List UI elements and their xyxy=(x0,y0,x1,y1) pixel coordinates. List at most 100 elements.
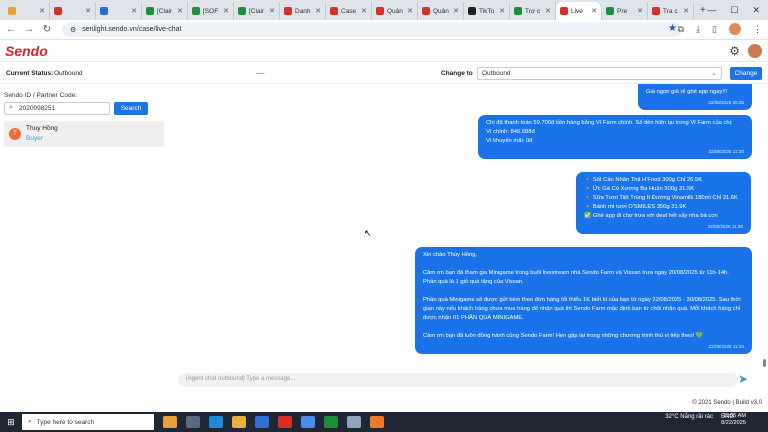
profile-avatar[interactable] xyxy=(729,23,741,35)
weather-text[interactable]: 32°C Nắng rải rác xyxy=(665,414,713,420)
message-timestamp: 22/08/2025 06:35 xyxy=(708,99,744,105)
status-select[interactable]: Outbound ⌄ xyxy=(477,67,722,80)
address-bar: ← → ↻ ⚙ senlight.sendo.vn/case/live-chat xyxy=(0,20,768,40)
reload-icon[interactable]: ↻ xyxy=(40,24,54,35)
tab-favicon-icon xyxy=(192,7,200,15)
message-line xyxy=(423,287,744,296)
browser-tab[interactable]: [SOF ✕ xyxy=(188,2,234,20)
clock-time: 11:55 AM xyxy=(722,413,746,419)
tab-favicon-icon xyxy=(652,7,660,15)
tab-close-icon[interactable]: ✕ xyxy=(177,7,183,15)
chrome-profile-icon[interactable] xyxy=(324,416,338,428)
browser-tab[interactable]: [Clair ✕ xyxy=(234,2,280,20)
message-timestamp: 22/08/2025 11:34 xyxy=(708,343,744,349)
browser-tab[interactable]: Case ✕ xyxy=(326,2,372,20)
tab-label: Danh xyxy=(295,7,311,15)
tab-favicon-icon xyxy=(468,7,476,15)
status-select-value: Outbound xyxy=(482,70,511,77)
browser-tab[interactable]: Live ✕ xyxy=(556,2,602,20)
contact-item[interactable]: T Thuy Hồng Buyer xyxy=(4,121,164,147)
tab-close-icon[interactable]: ✕ xyxy=(683,7,689,15)
tab-label: Tra c xyxy=(663,7,678,15)
browser-tab[interactable]: ✕ xyxy=(4,2,50,20)
settings-gear-icon[interactable]: ⚙ xyxy=(729,44,740,58)
message-input[interactable]: [Agent chat outbound] Type a message... xyxy=(178,373,738,387)
sendo-logo[interactable]: Sendo xyxy=(5,43,48,59)
browser-tab[interactable]: ✕ xyxy=(96,2,142,20)
chrome-icon[interactable] xyxy=(301,416,315,428)
tab-close-icon[interactable]: ✕ xyxy=(269,7,275,15)
tab-close-icon[interactable]: ✕ xyxy=(545,7,551,15)
send-icon[interactable]: ➤ xyxy=(738,372,748,386)
tab-label: Quản xyxy=(433,7,449,15)
edge-icon[interactable] xyxy=(209,416,223,428)
task-view-icon[interactable] xyxy=(186,416,200,428)
tab-label: Trợ c xyxy=(525,7,541,15)
download-icon[interactable]: ⤓ xyxy=(696,24,700,35)
app-icon[interactable] xyxy=(278,416,292,428)
browser-tab[interactable]: ✕ xyxy=(50,2,96,20)
search-input[interactable]: ⌕ 2020098251 xyxy=(4,102,110,115)
maximize-icon[interactable]: ☐ xyxy=(730,5,738,16)
minimize-icon[interactable]: — xyxy=(707,5,716,15)
url-field[interactable]: ⚙ senlight.sendo.vn/case/live-chat xyxy=(62,22,682,37)
tab-close-icon[interactable]: ✕ xyxy=(315,7,321,15)
change-button[interactable]: Change xyxy=(730,67,762,80)
user-avatar[interactable] xyxy=(748,44,762,58)
bookmark-star-icon[interactable]: ★ xyxy=(668,23,677,34)
browser-tab[interactable]: Quản ✕ xyxy=(418,2,464,20)
clock[interactable]: 11:55 AM 8/22/2025 xyxy=(721,413,746,427)
contact-avatar: T xyxy=(9,128,21,140)
tab-close-icon[interactable]: ✕ xyxy=(637,7,643,15)
tab-close-icon[interactable]: ✕ xyxy=(453,7,459,15)
new-tab-icon[interactable]: + xyxy=(700,5,706,16)
tab-label: Live xyxy=(571,7,583,15)
tab-close-icon[interactable]: ✕ xyxy=(85,7,91,15)
extensions-icon[interactable]: ⧉ xyxy=(678,24,684,35)
url-text: senlight.sendo.vn/case/live-chat xyxy=(82,26,182,33)
tab-label: [SOF xyxy=(203,7,219,15)
browser-tab[interactable]: Quản ✕ xyxy=(372,2,418,20)
browser-tab[interactable]: Pre ✕ xyxy=(602,2,648,20)
mouse-cursor-icon: ↖ xyxy=(364,228,372,238)
forward-icon[interactable]: → xyxy=(22,24,36,35)
browser-tab[interactable]: TikTo ✕ xyxy=(464,2,510,20)
file-explorer-icon[interactable] xyxy=(232,416,246,428)
back-icon[interactable]: ← xyxy=(4,24,18,35)
chat-message: Xin chào Thúy Hồng, Cảm ơn bạn đã tham g… xyxy=(415,247,752,354)
tab-favicon-icon xyxy=(422,7,430,15)
tab-close-icon[interactable]: ✕ xyxy=(361,7,367,15)
sidepanel-icon[interactable]: ▯ xyxy=(712,24,717,35)
tab-label: Quản xyxy=(387,7,403,15)
cortana-icon[interactable] xyxy=(163,416,177,428)
message-line: Phần quà Minigame sẽ được gửi kèm theo đ… xyxy=(423,296,741,321)
store-icon[interactable] xyxy=(255,416,269,428)
tab-close-icon[interactable]: ✕ xyxy=(499,7,505,15)
taskbar-search[interactable]: ⌕ Type here to search xyxy=(22,414,154,430)
site-info-icon[interactable]: ⚙ xyxy=(70,26,76,34)
app-header: Sendo ⚙ xyxy=(0,40,768,62)
app-orange-icon[interactable] xyxy=(370,416,384,428)
close-icon[interactable]: ✕ xyxy=(752,5,760,16)
browser-tab[interactable]: Danh ✕ xyxy=(280,2,326,20)
browser-tab[interactable]: [Clair ✕ xyxy=(142,2,188,20)
browser-tab[interactable]: Trợ c ✕ xyxy=(510,2,556,20)
chat-message: 🔸 Sốt Cảo Nhân Thịt H'Food 300g Chỉ 26.5… xyxy=(576,172,751,235)
chat-area[interactable]: Giá ngon giá rẻ ghé app ngay!!! 22/08/202… xyxy=(170,84,768,368)
windows-start-icon[interactable]: ⊞ xyxy=(0,417,22,428)
tab-close-icon[interactable]: ✕ xyxy=(131,7,137,15)
menu-icon[interactable]: ⋮ xyxy=(753,24,762,35)
message-line: Cảm ơn bạn đã tham gia Minigame trong bu… xyxy=(423,269,729,285)
current-status-label: Current Status: xyxy=(6,70,54,77)
tab-close-icon[interactable]: ✕ xyxy=(39,7,45,15)
message-line: ✅ Ghé app đi chợ trưa với deal hết sẩy n… xyxy=(584,212,718,219)
tab-close-icon[interactable]: ✕ xyxy=(591,7,597,15)
browser-tab[interactable]: Tra c ✕ xyxy=(648,2,694,20)
chat-scrollbar[interactable] xyxy=(762,84,766,368)
tab-close-icon[interactable]: ✕ xyxy=(223,7,229,15)
notes-icon[interactable] xyxy=(347,416,361,428)
tab-close-icon[interactable]: ✕ xyxy=(407,7,413,15)
search-icon: ⌕ xyxy=(9,104,13,111)
status-middle: ---- xyxy=(256,70,265,77)
search-button[interactable]: Search xyxy=(114,102,148,115)
